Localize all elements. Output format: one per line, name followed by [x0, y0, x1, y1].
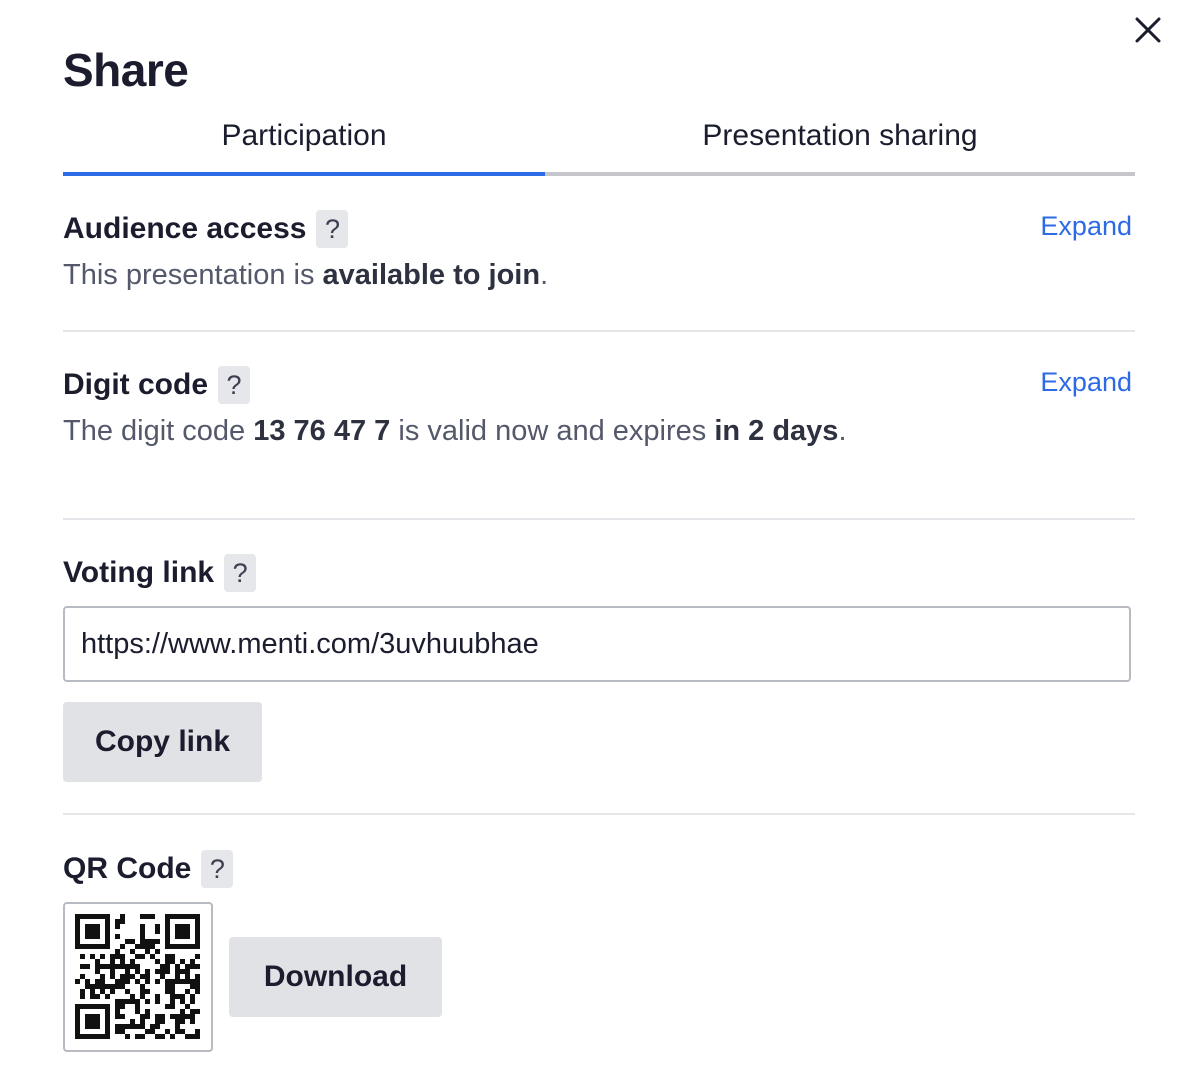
voting-link-label: Voting link — [63, 556, 215, 589]
dialog-title: Share — [63, 44, 189, 96]
qr-code-title: QR Code ? — [63, 849, 234, 889]
digit-code-text-middle: is valid now and expires — [390, 415, 715, 447]
tab-active-indicator — [63, 172, 545, 176]
audience-access-label: Audience access — [63, 212, 307, 245]
copy-link-button[interactable]: Copy link — [63, 702, 262, 782]
voting-link-input[interactable] — [63, 606, 1131, 682]
digit-code-text-suffix: . — [838, 415, 847, 447]
digit-code-expand-link[interactable]: Expand — [1040, 367, 1132, 398]
digit-code-title: Digit code ? — [63, 365, 251, 405]
close-icon — [1135, 17, 1161, 43]
digit-code-description: The digit code 13 76 47 7 is valid now a… — [63, 415, 847, 448]
voting-link-title: Voting link ? — [63, 553, 257, 593]
audience-access-text-prefix: This presentation is — [63, 259, 323, 291]
help-icon[interactable]: ? — [201, 850, 234, 888]
tab-bar: Participation Presentation sharing — [63, 100, 1135, 176]
download-qr-button[interactable]: Download — [229, 937, 442, 1017]
digit-code-label: Digit code — [63, 368, 209, 401]
divider — [63, 518, 1135, 520]
tab-presentation-sharing[interactable]: Presentation sharing — [545, 100, 1135, 172]
digit-code-text-prefix: The digit code — [63, 415, 254, 447]
digit-code-value: 13 76 47 7 — [253, 415, 391, 447]
audience-access-text-suffix: . — [540, 259, 549, 291]
divider — [63, 813, 1135, 815]
qr-code-image — [63, 902, 213, 1052]
qr-code-label: QR Code — [63, 852, 192, 885]
divider — [63, 330, 1135, 332]
qr-code-icon — [75, 914, 200, 1039]
help-icon[interactable]: ? — [218, 366, 251, 404]
help-icon[interactable]: ? — [224, 554, 257, 592]
help-icon[interactable]: ? — [316, 210, 349, 248]
digit-code-expiry: in 2 days — [714, 415, 839, 447]
audience-access-description: This presentation is available to join. — [63, 259, 548, 292]
audience-access-status: available to join — [322, 259, 541, 291]
tab-participation[interactable]: Participation — [63, 100, 545, 172]
audience-access-expand-link[interactable]: Expand — [1040, 211, 1132, 242]
close-button[interactable] — [1128, 10, 1168, 50]
audience-access-title: Audience access ? — [63, 209, 349, 249]
